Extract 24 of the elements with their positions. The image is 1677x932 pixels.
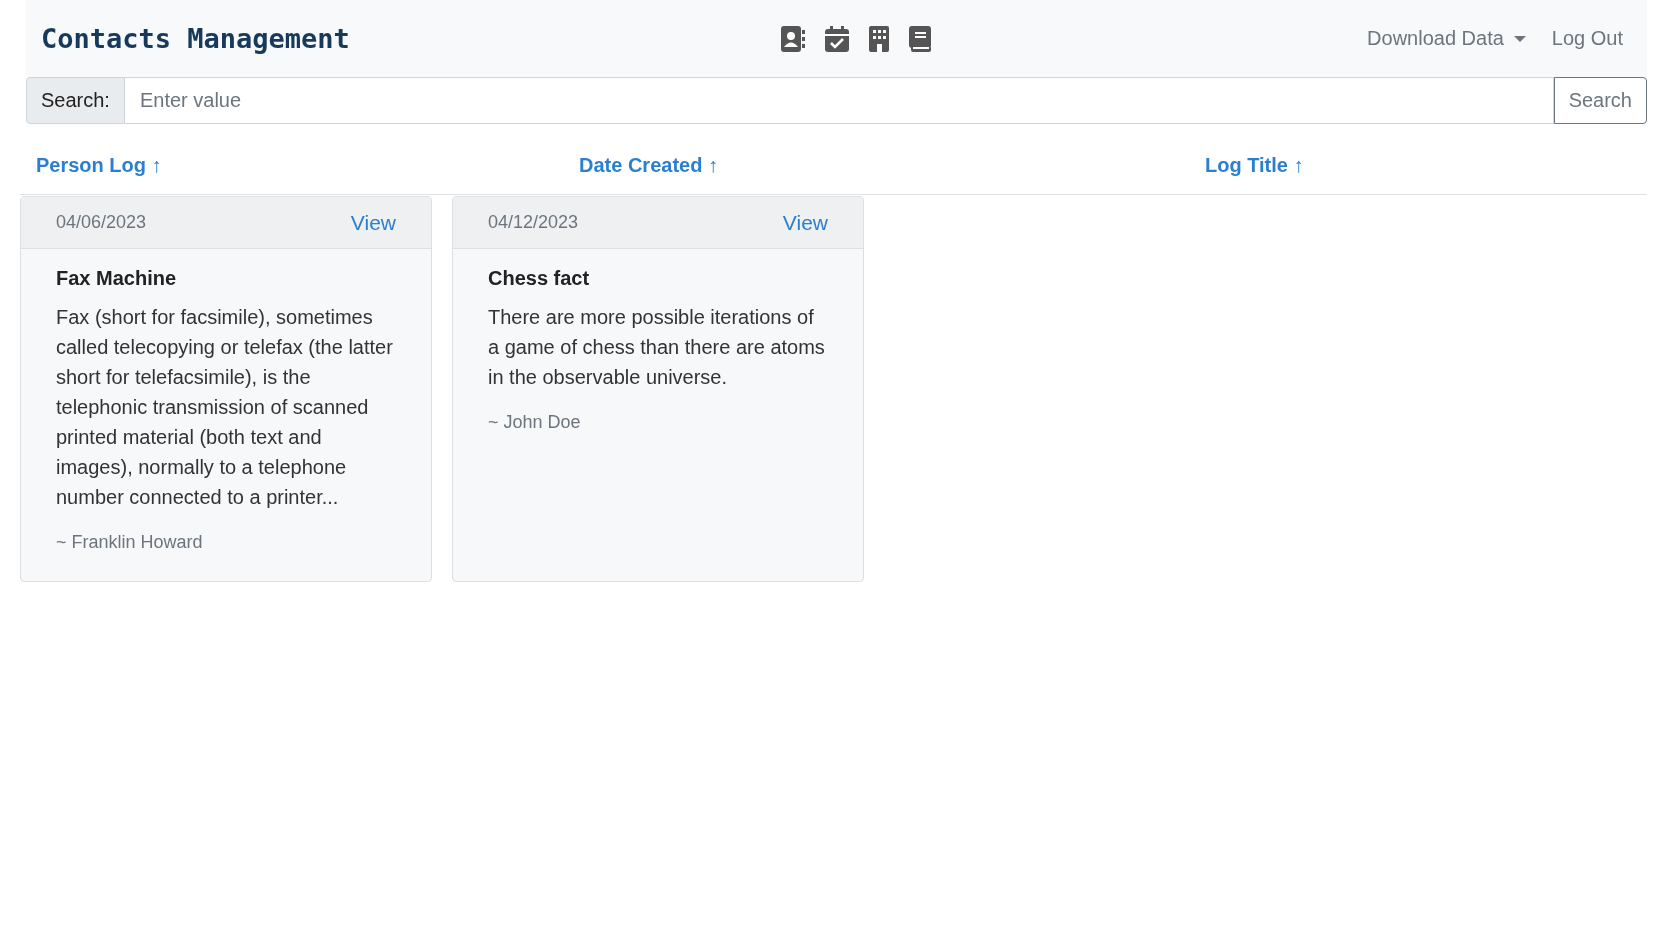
book-icon[interactable] xyxy=(909,25,931,52)
caret-icon xyxy=(1513,35,1526,42)
card-title: Fax Machine xyxy=(56,267,178,290)
app-title: Contacts Management xyxy=(41,23,351,54)
contact-book-icon[interactable] xyxy=(781,25,805,52)
calendar-check-icon[interactable] xyxy=(825,25,849,52)
card-text: Fax (short for facsimile), sometimes called telecopying or telefax (the latter short for telefacsimile), is the telephonic transmission of scanned printed material (both text and images), normally to a telephone number connected to a printer... xyxy=(56,305,394,510)
date-text: 04/12/2023 xyxy=(488,212,579,233)
search-button[interactable]: Search xyxy=(1553,77,1647,124)
card-text: There are more possible iterations of a game of chess than there are atoms in the observable universe. xyxy=(488,305,826,390)
sort-header-link[interactable]: Person Log ↑ xyxy=(36,141,579,177)
logout-link[interactable]: Log Out xyxy=(1551,27,1623,50)
author-text: ~ John Doe xyxy=(488,412,582,433)
sort-header-link[interactable]: Log Title ↑ xyxy=(1205,141,1304,177)
author-text: ~ Franklin Howard xyxy=(56,532,204,553)
search-field[interactable]: Enter value xyxy=(124,77,1554,124)
download-dropdown[interactable]: Download Data xyxy=(1367,27,1526,50)
date-text: 04/06/2023 xyxy=(56,212,147,233)
card-title: Chess fact xyxy=(488,267,591,290)
view-link[interactable]: View xyxy=(350,210,396,235)
sort-header-link[interactable]: Date Created ↑ xyxy=(579,141,1205,177)
building-icon[interactable] xyxy=(869,25,889,52)
view-link[interactable]: View xyxy=(782,210,828,235)
search-label: Search: xyxy=(26,77,125,124)
